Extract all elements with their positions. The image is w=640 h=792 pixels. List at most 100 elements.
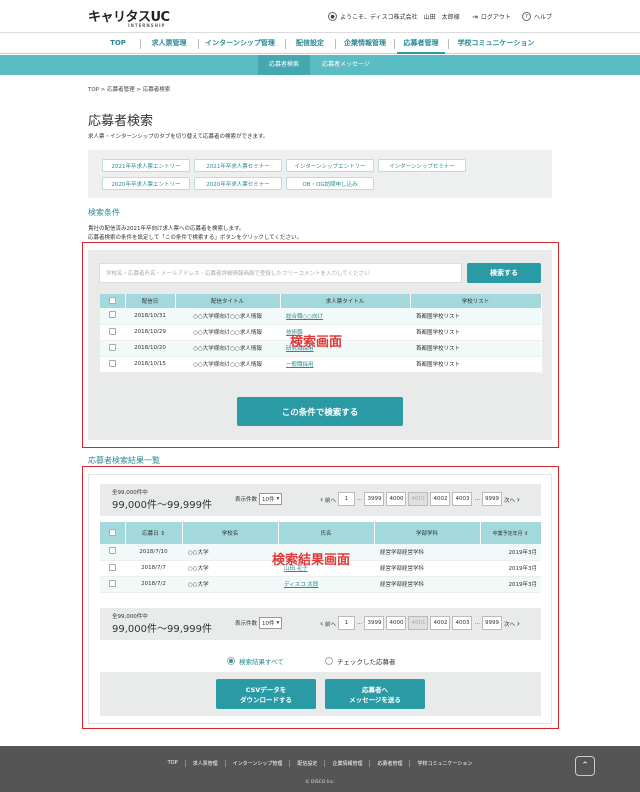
per-page-top: 表示件数 10件 ▾	[235, 493, 283, 505]
page-link[interactable]: 4002	[430, 616, 451, 630]
subnav-search[interactable]: 応募者検索	[258, 55, 310, 75]
per-page-select[interactable]: 10件 ▾	[259, 617, 283, 629]
page-title: 応募者検索	[88, 114, 154, 129]
search-button[interactable]: 検索する	[467, 263, 541, 283]
sort-header-grad[interactable]: 卒業予定年月 ⇕	[480, 522, 542, 544]
page-link[interactable]: 4003	[452, 616, 473, 630]
next-link[interactable]: 次へ ›	[504, 495, 520, 504]
tab-obog[interactable]: OB・OG訪問申し込み	[286, 177, 374, 190]
footer-link[interactable]: 学校コミュニケーション	[409, 760, 479, 767]
footer-link[interactable]: 応募者管理	[369, 760, 409, 767]
row-checkbox[interactable]	[109, 327, 116, 335]
chevron-right-icon: ›	[516, 618, 520, 628]
help-icon: ?	[522, 12, 531, 21]
nav-company[interactable]: 企業情報管理	[339, 33, 391, 54]
search-input[interactable]: 学校名・応募者氏名・メールアドレス・応募者詳細情報画面で登録したフリーコメントを…	[99, 263, 462, 283]
tab-intern-entry[interactable]: インターンシップエントリー	[286, 159, 374, 172]
job-link[interactable]: 一般職採用	[286, 362, 314, 368]
sort-icon: ⇕	[160, 531, 165, 537]
page-link[interactable]: 4000	[386, 616, 407, 630]
footer: TOP 求人票管理 インターンシップ管理 配信設定 企業情報管理 応募者管理 学…	[0, 746, 640, 792]
conditions-title: 検索条件	[88, 208, 120, 217]
col-header: 求人票タイトル	[280, 294, 411, 308]
select-all-checkbox[interactable]	[108, 296, 116, 304]
nav-school-comm[interactable]: 学校コミュニケーション	[451, 33, 541, 54]
page-link[interactable]: 1	[337, 492, 355, 506]
tab-2021-entry[interactable]: 2021年卒求人票エントリー	[102, 159, 190, 172]
row-checkbox[interactable]	[109, 547, 116, 555]
page-link[interactable]: 9999	[481, 616, 502, 630]
table-row: 2018/7/2 ○○大学 ディスコ 太郎 経営学部経営学科 2019年3月	[100, 576, 541, 593]
footer-link[interactable]: 配信設定	[289, 760, 324, 767]
nav-internship[interactable]: インターンシップ管理	[200, 33, 280, 54]
table-header-row: 配信日 配信タイトル 求人票タイトル 学校リスト	[100, 294, 542, 308]
prev-link[interactable]: ‹ 前へ	[320, 619, 336, 628]
row-checkbox[interactable]	[109, 311, 116, 319]
page-link[interactable]: 4000	[386, 492, 407, 506]
radio-button-checked[interactable]	[227, 657, 235, 665]
nav-delivery[interactable]: 配信設定	[290, 33, 330, 54]
sort-icon: ⇕	[524, 530, 529, 537]
subnav-message[interactable]: 応募者メッセージ	[313, 55, 379, 75]
chevron-right-icon: ›	[516, 494, 520, 504]
page-link[interactable]: 1	[337, 616, 355, 630]
sort-header-date[interactable]: 応募日 ⇕	[125, 522, 183, 544]
logout-icon: ⇥	[472, 12, 478, 21]
header: キャリタスUC INTERNSHIP ● ようこそ、ディスコ株式会社 山田 太郎様…	[0, 0, 640, 32]
row-checkbox[interactable]	[109, 579, 116, 587]
footer-link[interactable]: インターンシップ管理	[224, 760, 290, 767]
page-current: 4001	[408, 492, 429, 506]
job-link[interactable]: 総合職○○向け	[286, 314, 323, 320]
tabs-panel: 2021年卒求人票エントリー 2021年卒求人票セミナー インターンシップエント…	[88, 150, 552, 198]
result-count-bottom: 全99,000件中 99,000件～99,999件	[112, 614, 212, 635]
user-icon: ●	[328, 12, 337, 21]
result-count-top: 全99,000件中 99,000件～99,999件	[112, 490, 212, 511]
per-page-select[interactable]: 10件 ▾	[259, 493, 283, 505]
radio-checked-applicants[interactable]: チェックした応募者	[325, 656, 396, 666]
csv-download-button[interactable]: CSVデータを ダウンロードする	[216, 679, 316, 709]
col-header: 配信タイトル	[175, 294, 281, 308]
footer-link[interactable]: TOP	[161, 760, 185, 767]
page-link[interactable]: 4002	[430, 492, 451, 506]
page-description: 求人票・インターンシップのタブを切り替えて応募者の検索ができます。	[88, 134, 269, 140]
applicant-link[interactable]: ディスコ 太郎	[284, 582, 318, 588]
page-link[interactable]: 4003	[452, 492, 473, 506]
row-checkbox[interactable]	[109, 563, 116, 571]
page-link[interactable]: 3999	[364, 616, 385, 630]
search-with-conditions-button[interactable]: この条件で検索する	[237, 397, 403, 426]
radio-all-results[interactable]: 検索結果すべて	[227, 656, 284, 666]
logo[interactable]: キャリタスUC INTERNSHIP	[88, 6, 170, 28]
tab-2021-seminar[interactable]: 2021年卒求人票セミナー	[194, 159, 282, 172]
search-screen-label: 検索画面	[290, 335, 343, 350]
per-page-bottom: 表示件数 10件 ▾	[235, 617, 283, 629]
tab-2020-entry[interactable]: 2020年卒求人票エントリー	[102, 177, 190, 190]
footer-nav: TOP 求人票管理 インターンシップ管理 配信設定 企業情報管理 応募者管理 学…	[0, 760, 640, 767]
row-checkbox[interactable]	[109, 343, 116, 351]
row-checkbox[interactable]	[109, 359, 116, 367]
prev-link[interactable]: ‹ 前へ	[320, 495, 336, 504]
tab-intern-seminar[interactable]: インターンシップセミナー	[378, 159, 466, 172]
conditions-note-1: 貴社の配信済み2021年卒向け求人票への応募者を検索します。	[88, 226, 245, 232]
footer-link[interactable]: 企業情報管理	[324, 760, 369, 767]
tab-2020-seminar[interactable]: 2020年卒求人票セミナー	[194, 177, 282, 190]
back-to-top-button[interactable]: ⌃	[575, 756, 595, 776]
chevron-left-icon: ‹	[320, 494, 324, 504]
page-link[interactable]: 3999	[364, 492, 385, 506]
table-row: 2018/10/31 ○○大学様向け○○求人情報 総合職○○向け 首都圏学校リス…	[100, 308, 541, 325]
results-screen-label: 検索結果画面	[272, 553, 351, 568]
next-link[interactable]: 次へ ›	[504, 619, 520, 628]
page-link[interactable]: 9999	[481, 492, 502, 506]
send-message-button[interactable]: 応募者へ メッセージを送る	[325, 679, 425, 709]
nav-job[interactable]: 求人票管理	[143, 33, 195, 54]
col-header: 学校リスト	[410, 294, 542, 308]
footer-link[interactable]: 求人票管理	[184, 760, 225, 767]
help-link[interactable]: ? ヘルプ	[522, 12, 552, 21]
results-title: 応募者検索結果一覧	[88, 456, 160, 465]
select-all-checkbox[interactable]	[108, 528, 116, 536]
logout-link[interactable]: ⇥ ログアウト	[472, 12, 511, 22]
table-header-row: 応募日 ⇕ 学校名 氏名 学部学科 卒業予定年月 ⇕	[100, 522, 542, 544]
nav-applicants[interactable]: 応募者管理	[397, 33, 445, 54]
radio-button[interactable]	[325, 657, 333, 665]
page-current: 4001	[408, 616, 429, 630]
nav-top[interactable]: TOP	[100, 33, 136, 54]
